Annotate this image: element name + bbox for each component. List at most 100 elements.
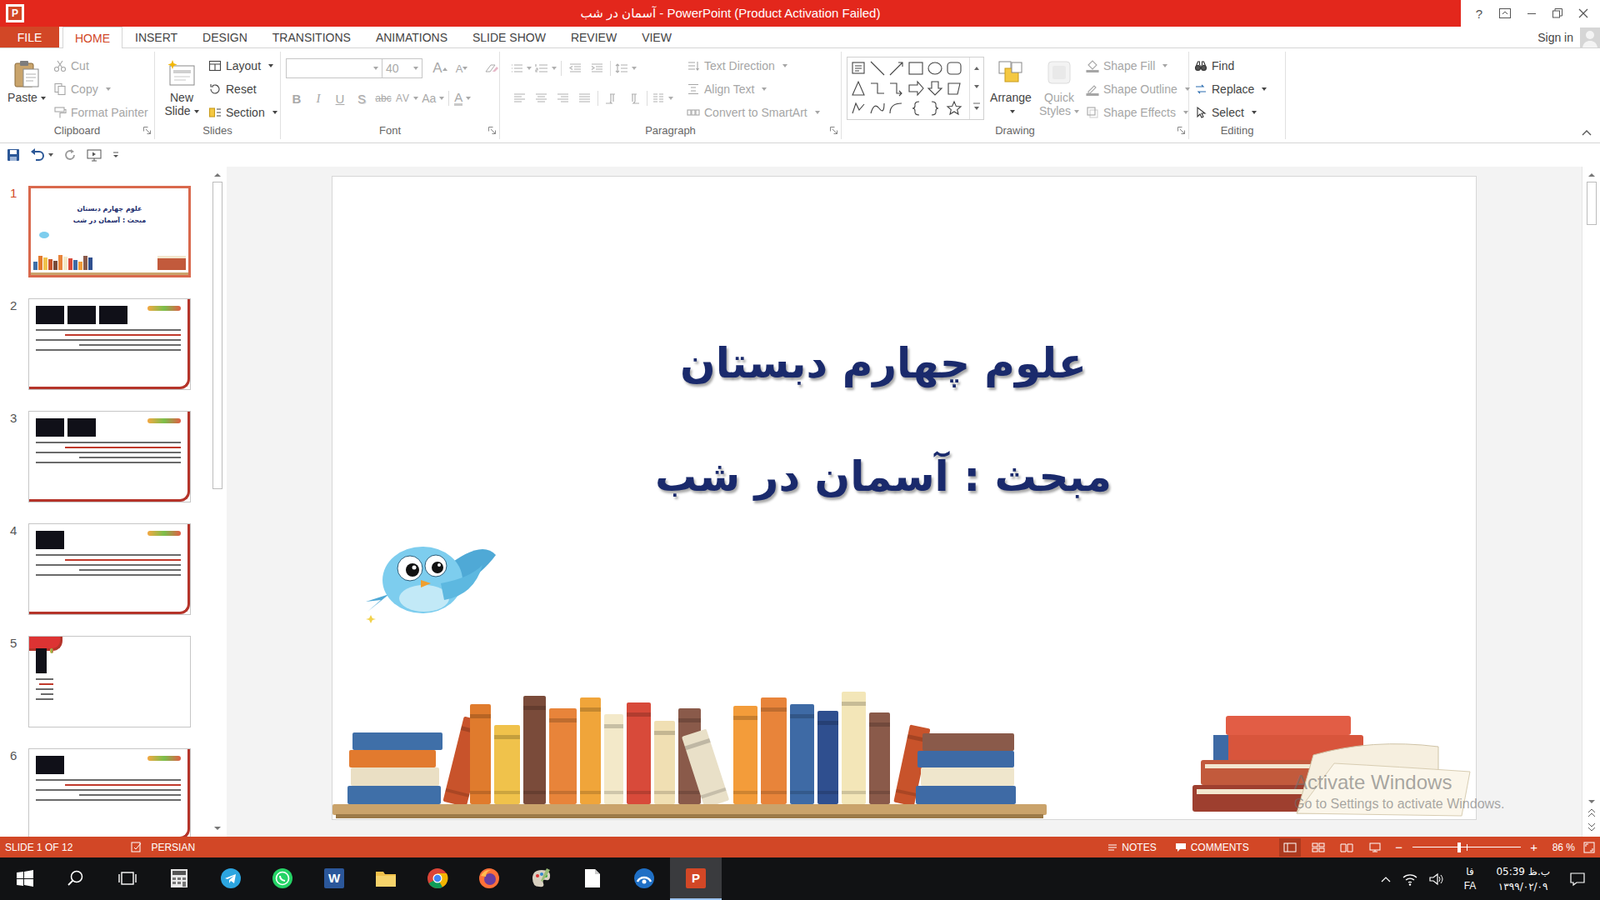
zoom-out-button[interactable]: −: [1394, 840, 1405, 855]
font-format-button[interactable]: A: [451, 88, 474, 109]
restore-button[interactable]: [1545, 1, 1570, 25]
show-hidden-icons-icon[interactable]: [1380, 875, 1391, 883]
dialog-launcher-icon[interactable]: [830, 126, 838, 135]
paragraph-button[interactable]: [573, 88, 595, 109]
ribbon-small-button[interactable]: Text Direction: [686, 55, 820, 77]
user-avatar-icon[interactable]: [1580, 27, 1600, 48]
ribbon-small-button[interactable]: Section: [208, 101, 278, 124]
slide-thumbnail-item[interactable]: 2: [0, 298, 210, 411]
slide-scrollbar[interactable]: [1581, 166, 1600, 837]
collapse-ribbon-icon[interactable]: [1581, 129, 1592, 136]
ribbon-tab[interactable]: ANIMATIONS: [363, 26, 460, 48]
ribbon-large-button[interactable]: Arrange: [989, 55, 1033, 118]
ribbon-tab[interactable]: SLIDE SHOW: [460, 26, 559, 48]
previous-slide-icon[interactable]: [1587, 808, 1596, 819]
zoom-slider-thumb[interactable]: [1457, 842, 1461, 853]
zoom-level[interactable]: 86 %: [1552, 841, 1575, 854]
shapes-gallery[interactable]: [846, 56, 985, 120]
scroll-thumb[interactable]: [1586, 181, 1597, 225]
dialog-launcher-icon[interactable]: [1177, 126, 1185, 135]
ribbon-small-button[interactable]: Select: [1194, 101, 1267, 124]
font-format-button[interactable]: Aa: [420, 88, 446, 109]
start-slideshow-icon[interactable]: [86, 148, 102, 162]
ribbon-large-button[interactable]: Quick Styles: [1037, 55, 1081, 118]
font-format-button[interactable]: AV: [394, 88, 420, 109]
ribbon-small-button[interactable]: Convert to SmartArt: [686, 101, 820, 124]
slide-thumbnail-item[interactable]: 5: [0, 635, 210, 749]
notes-button[interactable]: NOTES: [1102, 841, 1161, 854]
taskbar-button[interactable]: [515, 857, 567, 900]
volume-icon[interactable]: [1429, 872, 1445, 886]
ribbon-tab[interactable]: FILE: [0, 26, 60, 48]
font-format-button[interactable]: U: [329, 88, 351, 109]
ribbon-large-button[interactable]: Paste: [5, 55, 49, 105]
slide-thumbnail-item[interactable]: 3: [0, 410, 210, 524]
comments-button[interactable]: COMMENTS: [1170, 841, 1255, 854]
ribbon-tab[interactable]: HOME: [62, 26, 123, 49]
scroll-up-icon[interactable]: [213, 171, 222, 179]
notifications-icon[interactable]: [1570, 871, 1585, 887]
ribbon-small-button[interactable]: Reset: [208, 78, 278, 100]
font-format-button[interactable]: abc: [372, 88, 395, 109]
taskbar-button[interactable]: [463, 857, 515, 900]
slide-thumbnail[interactable]: علوم چهارم دبستانمبحث : آسمان در شب: [28, 185, 191, 278]
view-button[interactable]: [1364, 838, 1386, 857]
ribbon-small-button[interactable]: Layout: [208, 55, 278, 77]
ribbon-small-button[interactable]: Shape Fill: [1085, 55, 1190, 77]
save-icon[interactable]: [6, 148, 20, 162]
slide-thumbnail[interactable]: [28, 298, 191, 390]
paragraph-button[interactable]: [508, 58, 534, 79]
ribbon-small-button[interactable]: Copy: [53, 78, 149, 100]
view-button[interactable]: [1279, 838, 1301, 857]
sign-in-button[interactable]: Sign in: [1530, 26, 1580, 48]
paragraph-button[interactable]: [585, 58, 608, 79]
taskbar-button[interactable]: W: [308, 857, 360, 900]
close-button[interactable]: [1571, 1, 1595, 25]
slide-subtitle[interactable]: مبحث : آسمان در شب: [655, 448, 1112, 505]
taskbar-button[interactable]: [101, 857, 154, 900]
font-name-field[interactable]: [285, 58, 383, 79]
ribbon-small-button[interactable]: Shape Effects: [1085, 101, 1190, 124]
ribbon-tab[interactable]: INSERT: [122, 26, 190, 48]
clock[interactable]: ب.ظ 05:39۱۳۹۹/۰۲/۰۹: [1495, 864, 1550, 895]
font-size-button[interactable]: A: [429, 58, 451, 79]
help-button[interactable]: ?: [1467, 1, 1491, 25]
spell-check-icon[interactable]: [130, 841, 143, 853]
slide-thumbnail-item[interactable]: 1علوم چهارم دبستانمبحث : آسمان در شب: [0, 185, 210, 299]
scroll-down-icon[interactable]: [213, 825, 222, 832]
ribbon-small-button[interactable]: Shape Outline: [1085, 78, 1190, 100]
paragraph-button[interactable]: [622, 88, 645, 109]
bird-illustration[interactable]: [364, 531, 500, 624]
bookshelf-illustration[interactable]: [332, 685, 1047, 820]
taskbar-button[interactable]: [50, 857, 102, 900]
input-language[interactable]: فاFA: [1464, 865, 1477, 894]
font-format-button[interactable]: I: [307, 88, 330, 109]
ribbon-small-button[interactable]: Format Painter: [53, 101, 149, 124]
taskbar-button[interactable]: [0, 857, 50, 900]
paragraph-button[interactable]: [600, 88, 623, 109]
ribbon-tab[interactable]: DESIGN: [190, 26, 260, 48]
taskbar-button[interactable]: [256, 857, 309, 900]
gallery-scroll[interactable]: [969, 57, 984, 120]
zoom-in-button[interactable]: +: [1529, 840, 1540, 855]
font-format-button[interactable]: S: [350, 88, 373, 109]
slide-thumbnail[interactable]: [28, 410, 191, 503]
undo-button[interactable]: [30, 148, 54, 162]
paragraph-button[interactable]: [530, 88, 552, 109]
font-format-button[interactable]: B: [285, 88, 308, 109]
view-button[interactable]: [1307, 838, 1330, 857]
powerpoint-app-icon[interactable]: P: [5, 4, 25, 23]
ribbon-small-button[interactable]: Find: [1194, 55, 1267, 77]
taskbar-button[interactable]: [566, 857, 619, 900]
taskbar-button[interactable]: [153, 857, 205, 900]
ribbon-tab[interactable]: REVIEW: [558, 26, 630, 48]
ribbon-tab[interactable]: TRANSITIONS: [260, 26, 364, 48]
ribbon-large-button[interactable]: New Slide: [160, 55, 204, 118]
taskbar-button[interactable]: P: [670, 857, 722, 900]
slide-thumbnail-item[interactable]: 6: [0, 748, 210, 837]
slide-canvas[interactable]: علوم چهارم دبستانمبحث : آسمان در شب: [331, 175, 1477, 820]
paragraph-button[interactable]: [613, 58, 639, 79]
paragraph-button[interactable]: [508, 88, 530, 109]
customize-toolbar-icon[interactable]: [111, 150, 120, 160]
ribbon-small-button[interactable]: Align Text: [686, 78, 820, 100]
